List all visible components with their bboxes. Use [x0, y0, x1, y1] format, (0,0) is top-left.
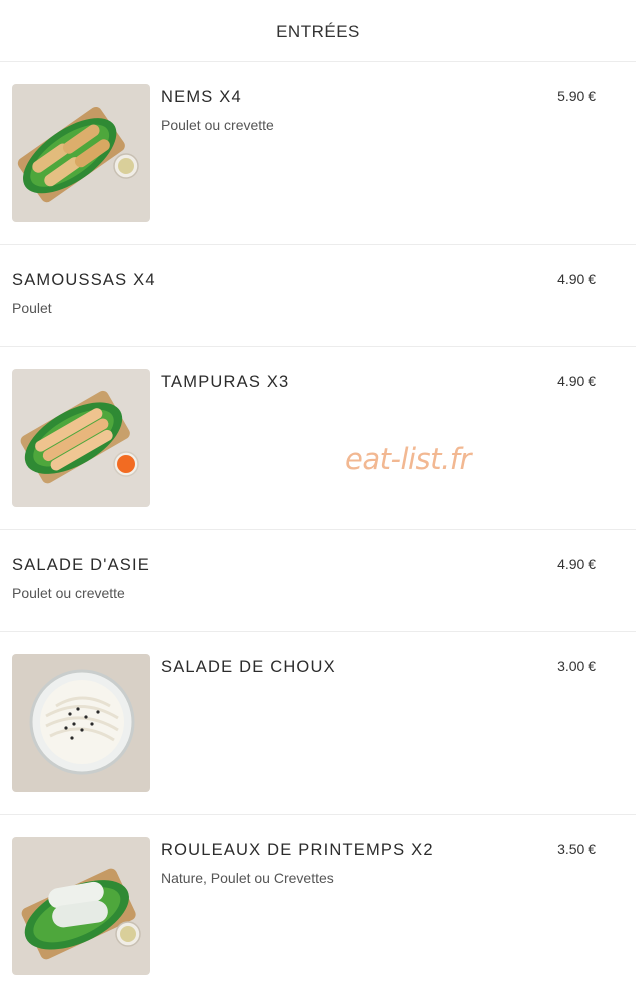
item-name: ROULEAUX DE PRINTEMPS X2: [161, 841, 434, 859]
item-description: Poulet: [12, 300, 52, 316]
item-name: TAMPURAS X3: [161, 373, 290, 391]
menu-item-salade-choux[interactable]: SALADE DE CHOUX 3.00 €: [0, 632, 636, 815]
menu-item-rouleaux-printemps[interactable]: ROULEAUX DE PRINTEMPS X2 Nature, Poulet …: [0, 815, 636, 994]
menu-item-nems[interactable]: NEMS X4 Poulet ou crevette 5.90 €: [0, 62, 636, 245]
section-title: ENTRÉES: [276, 21, 360, 41]
item-name: SAMOUSSAS X4: [12, 271, 156, 289]
item-description: Nature, Poulet ou Crevettes: [161, 870, 334, 886]
menu-list: NEMS X4 Poulet ou crevette 5.90 € SAMOUS…: [0, 62, 636, 994]
menu-item-samoussas[interactable]: SAMOUSSAS X4 Poulet 4.90 €: [0, 245, 636, 347]
tampuras-photo: [12, 369, 150, 507]
item-price: 5.90 €: [557, 88, 596, 104]
salade-choux-photo: [12, 654, 150, 792]
menu-item-tampuras[interactable]: TAMPURAS X3 4.90 €: [0, 347, 636, 530]
item-price: 4.90 €: [557, 271, 596, 287]
item-price: 3.50 €: [557, 841, 596, 857]
menu-section-header: ENTRÉES: [0, 0, 636, 62]
item-price: 4.90 €: [557, 373, 596, 389]
item-description: Poulet ou crevette: [161, 117, 274, 133]
item-price: 3.00 €: [557, 658, 596, 674]
item-price: 4.90 €: [557, 556, 596, 572]
item-name: NEMS X4: [161, 88, 242, 106]
item-name: SALADE D'ASIE: [12, 556, 150, 574]
menu-item-salade-asie[interactable]: SALADE D'ASIE Poulet ou crevette 4.90 €: [0, 530, 636, 632]
rouleaux-printemps-photo: [12, 837, 150, 975]
nems-photo: [12, 84, 150, 222]
item-description: Poulet ou crevette: [12, 585, 125, 601]
watermark-text: eat-list.fr: [345, 442, 471, 476]
item-name: SALADE DE CHOUX: [161, 658, 336, 676]
